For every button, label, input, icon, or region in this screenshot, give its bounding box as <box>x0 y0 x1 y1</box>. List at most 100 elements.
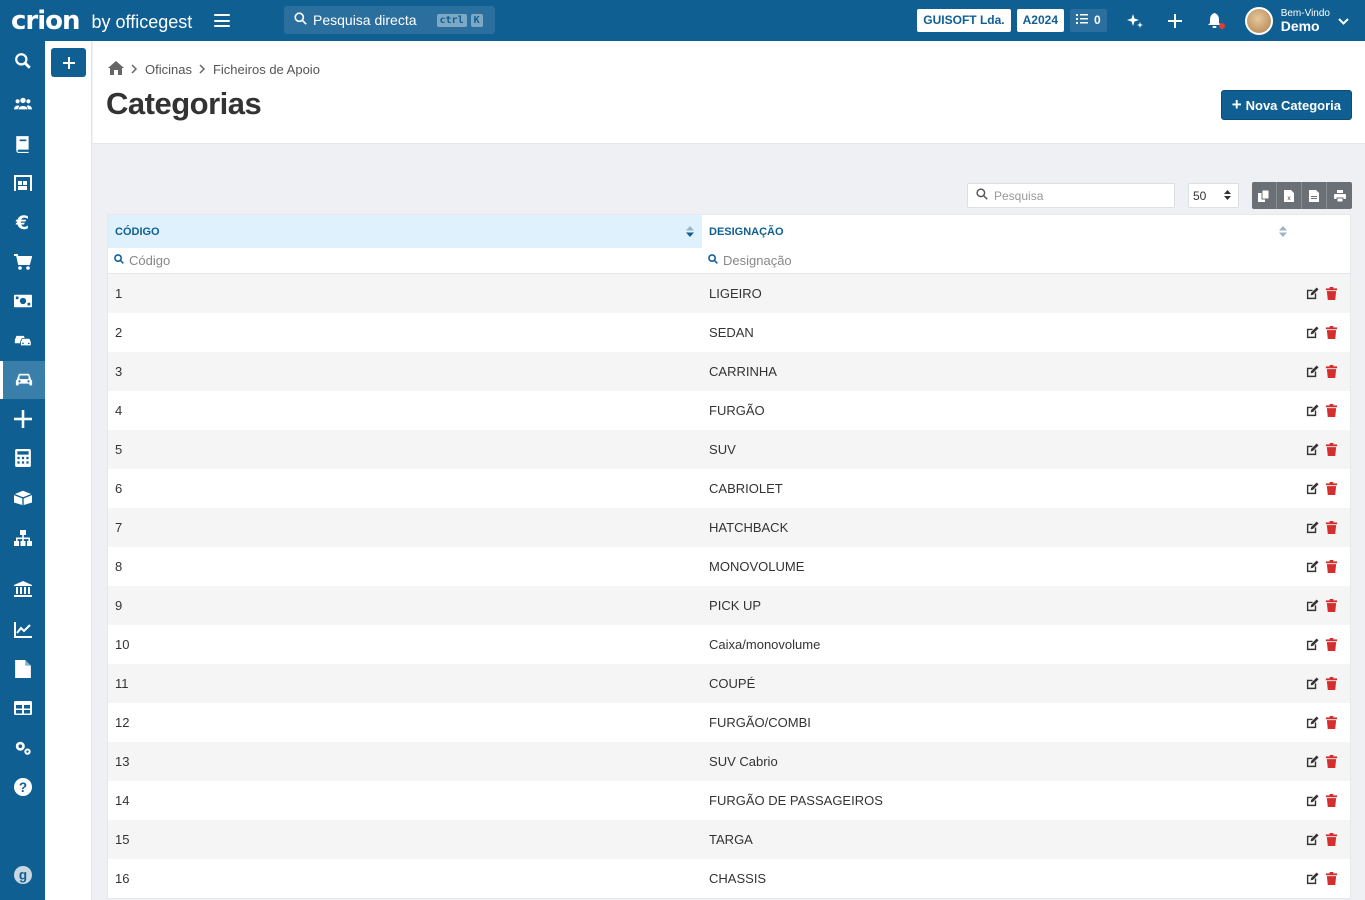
trash-icon[interactable] <box>1325 833 1338 846</box>
edit-icon[interactable] <box>1306 404 1319 417</box>
sidebar-table-icon[interactable] <box>0 689 45 727</box>
table-row[interactable]: 7 HATCHBACK <box>108 508 1350 547</box>
trash-icon[interactable] <box>1325 872 1338 885</box>
table-row[interactable]: 9 PICK UP <box>108 586 1350 625</box>
trash-icon[interactable] <box>1325 560 1338 573</box>
filter-designacao-input[interactable]: Designação <box>702 248 1297 273</box>
sidebar-file-icon[interactable] <box>0 650 45 688</box>
tasks-badge[interactable]: 0 <box>1070 9 1107 32</box>
trash-icon[interactable] <box>1325 404 1338 417</box>
column-header-designacao[interactable]: DESIGNAÇÃO <box>702 215 1297 248</box>
sidebar-chart-icon[interactable] <box>0 611 45 649</box>
sidebar-book-icon[interactable] <box>0 125 45 163</box>
copy-export-button[interactable] <box>1252 182 1277 209</box>
cell-designacao: FURGÃO <box>709 403 765 418</box>
avatar[interactable] <box>1244 6 1273 35</box>
table-row[interactable]: 12 FURGÃO/COMBI <box>108 703 1350 742</box>
year-badge[interactable]: A2024 <box>1016 9 1065 32</box>
edit-icon[interactable] <box>1306 872 1319 885</box>
edit-icon[interactable] <box>1306 365 1319 378</box>
sidebar-euro-icon[interactable]: € <box>0 204 45 242</box>
table-row[interactable]: 15 TARGA <box>108 820 1350 859</box>
edit-icon[interactable] <box>1306 794 1319 807</box>
edit-icon[interactable] <box>1306 677 1319 690</box>
excel-export-button[interactable]: x <box>1277 182 1302 209</box>
sidebar-car-wash-icon[interactable] <box>0 321 45 359</box>
sidebar-help-icon[interactable]: ? <box>0 768 45 806</box>
sidebar-money-icon[interactable] <box>0 282 45 320</box>
edit-icon[interactable] <box>1306 638 1319 651</box>
breadcrumb-ficheiros[interactable]: Ficheiros de Apoio <box>213 62 320 77</box>
trash-icon[interactable] <box>1325 365 1338 378</box>
sidebar-users-icon[interactable] <box>0 85 45 123</box>
page-size-select[interactable]: 50 <box>1188 183 1239 208</box>
trash-icon[interactable] <box>1325 755 1338 768</box>
table-row[interactable]: 14 FURGÃO DE PASSAGEIROS <box>108 781 1350 820</box>
menu-toggle-icon[interactable] <box>214 14 231 27</box>
trash-icon[interactable] <box>1325 677 1338 690</box>
sidebar-cogs-icon[interactable] <box>0 729 45 767</box>
table-row[interactable]: 5 SUV <box>108 430 1350 469</box>
add-icon[interactable] <box>1165 11 1185 31</box>
company-badge[interactable]: GUISOFT Lda. <box>917 9 1011 32</box>
trash-icon[interactable] <box>1325 521 1338 534</box>
table-row[interactable]: 1 LIGEIRO <box>108 274 1350 313</box>
pdf-export-button[interactable] <box>1302 182 1327 209</box>
trash-icon[interactable] <box>1325 287 1338 300</box>
table-search-input[interactable]: Pesquisa <box>967 183 1175 208</box>
edit-icon[interactable] <box>1306 521 1319 534</box>
home-icon[interactable] <box>108 61 124 78</box>
table-row[interactable]: 16 CHASSIS <box>108 859 1350 898</box>
tasks-count: 0 <box>1094 13 1101 27</box>
table-row[interactable]: 6 CABRIOLET <box>108 469 1350 508</box>
trash-icon[interactable] <box>1325 638 1338 651</box>
sidebar-brand-icon[interactable]: g <box>0 856 45 894</box>
trash-icon[interactable] <box>1325 482 1338 495</box>
edit-icon[interactable] <box>1306 287 1319 300</box>
quick-add-button[interactable] <box>51 48 86 77</box>
table-row[interactable]: 10 Caixa/monovolume <box>108 625 1350 664</box>
filter-codigo-input[interactable]: Código <box>108 248 702 273</box>
edit-icon[interactable] <box>1306 560 1319 573</box>
sidebar-cart-icon[interactable] <box>0 243 45 281</box>
kbd-ctrl: ctrl <box>436 13 467 27</box>
column-header-codigo[interactable]: CÓDIGO <box>108 215 702 248</box>
filter-codigo-placeholder: Código <box>129 253 171 268</box>
sidebar-calculator-icon[interactable] <box>0 439 45 477</box>
sidebar-bank-icon[interactable] <box>0 570 45 608</box>
breadcrumb-oficinas[interactable]: Oficinas <box>145 62 192 77</box>
chevron-down-icon[interactable] <box>1338 14 1349 28</box>
user-menu[interactable]: Bem-Vindo Demo <box>1281 8 1330 33</box>
cell-codigo: 6 <box>115 481 123 496</box>
edit-icon[interactable] <box>1306 326 1319 339</box>
table-row[interactable]: 4 FURGÃO <box>108 391 1350 430</box>
table-row[interactable]: 2 SEDAN <box>108 313 1350 352</box>
sidebar-car-icon[interactable] <box>0 361 45 399</box>
global-search-input[interactable]: Pesquisa directa ctrl K <box>284 6 495 34</box>
notifications-bell-icon[interactable] <box>1205 11 1225 31</box>
table-row[interactable]: 8 MONOVOLUME <box>108 547 1350 586</box>
table-row[interactable]: 3 CARRINHA <box>108 352 1350 391</box>
trash-icon[interactable] <box>1325 599 1338 612</box>
sidebar-plus-icon[interactable] <box>0 400 45 438</box>
print-button[interactable] <box>1327 182 1352 209</box>
trash-icon[interactable] <box>1325 326 1338 339</box>
table-row[interactable]: 13 SUV Cabrio <box>108 742 1350 781</box>
trash-icon[interactable] <box>1325 716 1338 729</box>
edit-icon[interactable] <box>1306 443 1319 456</box>
edit-icon[interactable] <box>1306 716 1319 729</box>
edit-icon[interactable] <box>1306 833 1319 846</box>
new-category-button[interactable]: + Nova Categoria <box>1220 90 1352 120</box>
table-row[interactable]: 11 COUPÉ <box>108 664 1350 703</box>
edit-icon[interactable] <box>1306 482 1319 495</box>
sidebar-sitemap-icon[interactable] <box>0 519 45 557</box>
sidebar-boxes-icon[interactable] <box>0 479 45 517</box>
trash-icon[interactable] <box>1325 443 1338 456</box>
edit-icon[interactable] <box>1306 599 1319 612</box>
app-logo[interactable]: crion by officegest <box>11 0 192 41</box>
sidebar-warehouse-icon[interactable] <box>0 164 45 202</box>
edit-icon[interactable] <box>1306 755 1319 768</box>
sidebar-search-icon[interactable] <box>0 42 45 80</box>
trash-icon[interactable] <box>1325 794 1338 807</box>
ai-sparkle-icon[interactable] <box>1125 11 1145 31</box>
